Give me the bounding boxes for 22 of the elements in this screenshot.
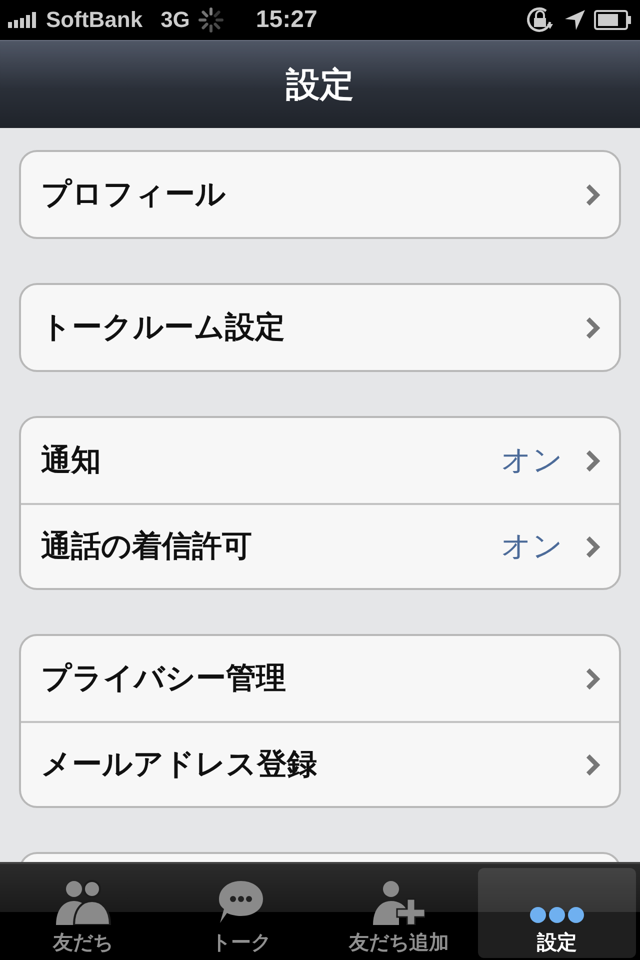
row-value: オン bbox=[501, 528, 563, 566]
row-label: プライバシー管理 bbox=[41, 660, 287, 698]
screen-title: 設定 bbox=[286, 64, 354, 106]
row-label: 通話の着信許可 bbox=[41, 528, 253, 566]
row-label: メールアドレス登録 bbox=[41, 746, 318, 784]
settings-row[interactable]: プライバシー管理 bbox=[21, 636, 619, 721]
row-value: オン bbox=[501, 442, 563, 480]
tab-item[interactable]: 設定 bbox=[478, 868, 636, 958]
settings-row[interactable]: トークルーム設定 bbox=[21, 285, 619, 370]
settings-row[interactable]: 通知 オン bbox=[21, 418, 619, 503]
tab-item[interactable]: トーク bbox=[162, 868, 320, 958]
row-label: トークルーム設定 bbox=[41, 309, 286, 347]
settings-row[interactable]: 通話の着信許可 オン bbox=[21, 503, 619, 588]
tab-item[interactable]: 友だち bbox=[4, 868, 162, 958]
row-label: プロフィール bbox=[41, 176, 227, 214]
carrier-name: SoftBank bbox=[46, 7, 143, 33]
tab-item[interactable]: 友だち追加 bbox=[320, 868, 478, 958]
settings-row[interactable]: メールアドレス登録 bbox=[21, 721, 619, 806]
row-label: 通知 bbox=[41, 442, 102, 480]
settings-row[interactable]: プロフィール bbox=[21, 152, 619, 237]
network-type: 3G bbox=[160, 7, 190, 33]
clock-time: 15:27 bbox=[256, 6, 318, 34]
